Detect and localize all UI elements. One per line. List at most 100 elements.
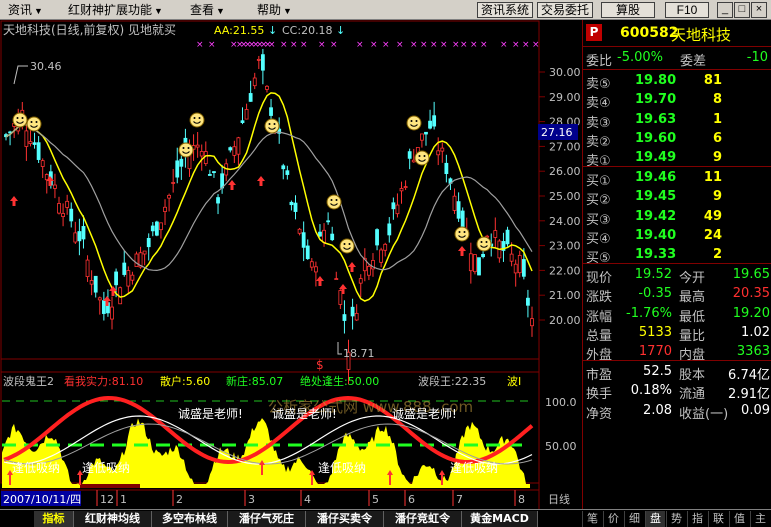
svg-text:×: × [470,40,478,50]
month-label: 7 [456,493,463,506]
sells-row: 卖⑤ 19.80 81 [583,72,771,92]
stat-row: 换手 0.18% 流通 2.91亿 [583,382,771,403]
label: 量比 [679,328,706,344]
side-tab-8[interactable]: 主 [750,511,770,527]
side-tab-7[interactable]: 值 [729,511,749,527]
value: -5.00% [617,50,663,65]
menu-view[interactable]: 查看 ▼ [190,3,225,18]
smiley-icon [264,118,280,134]
indicator-label: 波段王:22.35 [418,374,486,388]
stock-code: 600582 [620,25,679,41]
tab-1[interactable]: 红财神均线 [74,511,152,527]
label: 卖⑤ [586,77,611,92]
side-tab-6[interactable]: 联 [708,511,728,527]
tab-0[interactable]: 指标 [34,511,74,527]
stat-row: 市盈 52.5 股本 6.74亿 [583,363,771,383]
tab-3[interactable]: 潘仔气死庄 [228,511,306,527]
chevron-down-icon: ▼ [216,6,225,16]
month-label: 1 [120,493,127,506]
teacher-text: 诚盛是老师! [392,406,457,421]
menu-extension[interactable]: 红财神扩展功能 ▼ [68,3,163,18]
month-label: 8 [518,493,525,506]
side-tab-4[interactable]: 势 [666,511,686,527]
value: 6.74亿 [728,368,770,383]
price-tick: 26.00 [549,165,580,178]
smiley-icon [189,112,205,128]
calc-stock-button[interactable]: 算股 [601,2,655,18]
svg-text:×: × [196,40,204,50]
svg-text:×: × [452,40,460,50]
side-tab-2[interactable]: 细 [624,511,644,527]
tab-5[interactable]: 潘仔竞虹令 [384,511,462,527]
price-tick: 27.00 [549,140,580,153]
maximize-icon[interactable]: □ [734,2,750,18]
smiley-icon [178,142,194,158]
buys-row: 买② 19.45 9 [583,188,771,208]
smiley-icon [454,226,470,242]
price: 19.70 [635,92,677,108]
minimize-icon[interactable]: _ [717,2,733,18]
chevron-down-icon: ▼ [154,6,163,16]
svg-text:×: × [290,40,298,50]
price: 19.63 [635,111,677,127]
menu-label: 查看 [190,3,215,17]
label: 买④ [586,231,611,247]
price-tick: 20.00 [549,314,580,327]
buys-row: 买① 19.46 11 [583,169,771,189]
tab-4[interactable]: 潘仔买卖令 [306,511,384,527]
value: 20.35 [732,286,770,302]
side-tab-5[interactable]: 指 [687,511,707,527]
chart-title: 天地科技(日线,前复权) 见地就买 [3,22,176,37]
dip-buy-text: 逢低吸纳 [318,461,366,475]
label: 收益(一) [679,406,729,422]
side-tab-0[interactable]: 笔 [582,511,602,527]
smiley-icon [326,194,342,210]
value: 52.5 [643,364,672,379]
menu-help[interactable]: 帮助 ▼ [257,3,292,18]
chevron-down-icon: ▼ [34,6,43,16]
kline-chart[interactable]: 30.0029.0028.0027.0026.0025.0024.0023.00… [0,20,580,509]
price-tick: 21.00 [549,289,580,302]
svg-text:×: × [300,40,308,50]
f10-button[interactable]: F10 [665,2,709,18]
quote-header: P 600582 天地科技 [583,23,771,45]
side-tab-3[interactable]: 盘 [645,511,665,527]
svg-text:×: × [318,40,326,50]
dollar-icon: $ [316,358,324,372]
menu-news[interactable]: 资讯 ▼ [8,3,43,18]
value: 5133 [638,324,672,340]
svg-text:×: × [430,40,438,50]
tab-2[interactable]: 多空布林线 [152,511,228,527]
menu-label: 帮助 [257,3,282,17]
value: -1.76% [626,305,672,321]
buys-row: 买④ 19.40 24 [583,227,771,247]
volume: 9 [712,150,722,166]
volume: 49 [703,208,722,224]
stock-name: 天地科技 [671,26,732,44]
indicator-label: 波段鬼王2 [3,374,54,388]
trade-order-button[interactable]: 交易委托 [537,2,593,18]
label: 今开 [679,271,706,286]
stat-row: 涨幅 -1.76% 最低 19.20 [583,305,771,325]
svg-text:×: × [460,40,468,50]
label: 委差 [680,54,707,69]
price-tick: 22.00 [549,264,580,277]
side-tab-1[interactable]: 价 [603,511,623,527]
smiley-icon [12,112,28,128]
stat-row: 总量 5133 量比 1.02 [583,324,771,344]
buys-row: 买③ 19.42 49 [583,208,771,228]
label: 总量 [586,328,613,344]
aa-value: AA:21.55 [214,24,264,37]
value: 0.18% [630,383,672,399]
svg-text:×: × [330,40,338,50]
volume: 24 [703,227,722,243]
volume: 1 [712,111,722,127]
info-system-button[interactable]: 资讯系统 [477,2,533,18]
close-icon[interactable]: × [751,2,767,18]
tab-6[interactable]: 黄金MACD [462,511,538,527]
teacher-text: 诚盛是老师! [272,406,337,421]
value: 2.91亿 [728,387,770,403]
svg-text:×: × [396,40,404,50]
indicator-label: 绝处逢生:50.00 [300,374,379,388]
price: 19.46 [635,170,677,185]
